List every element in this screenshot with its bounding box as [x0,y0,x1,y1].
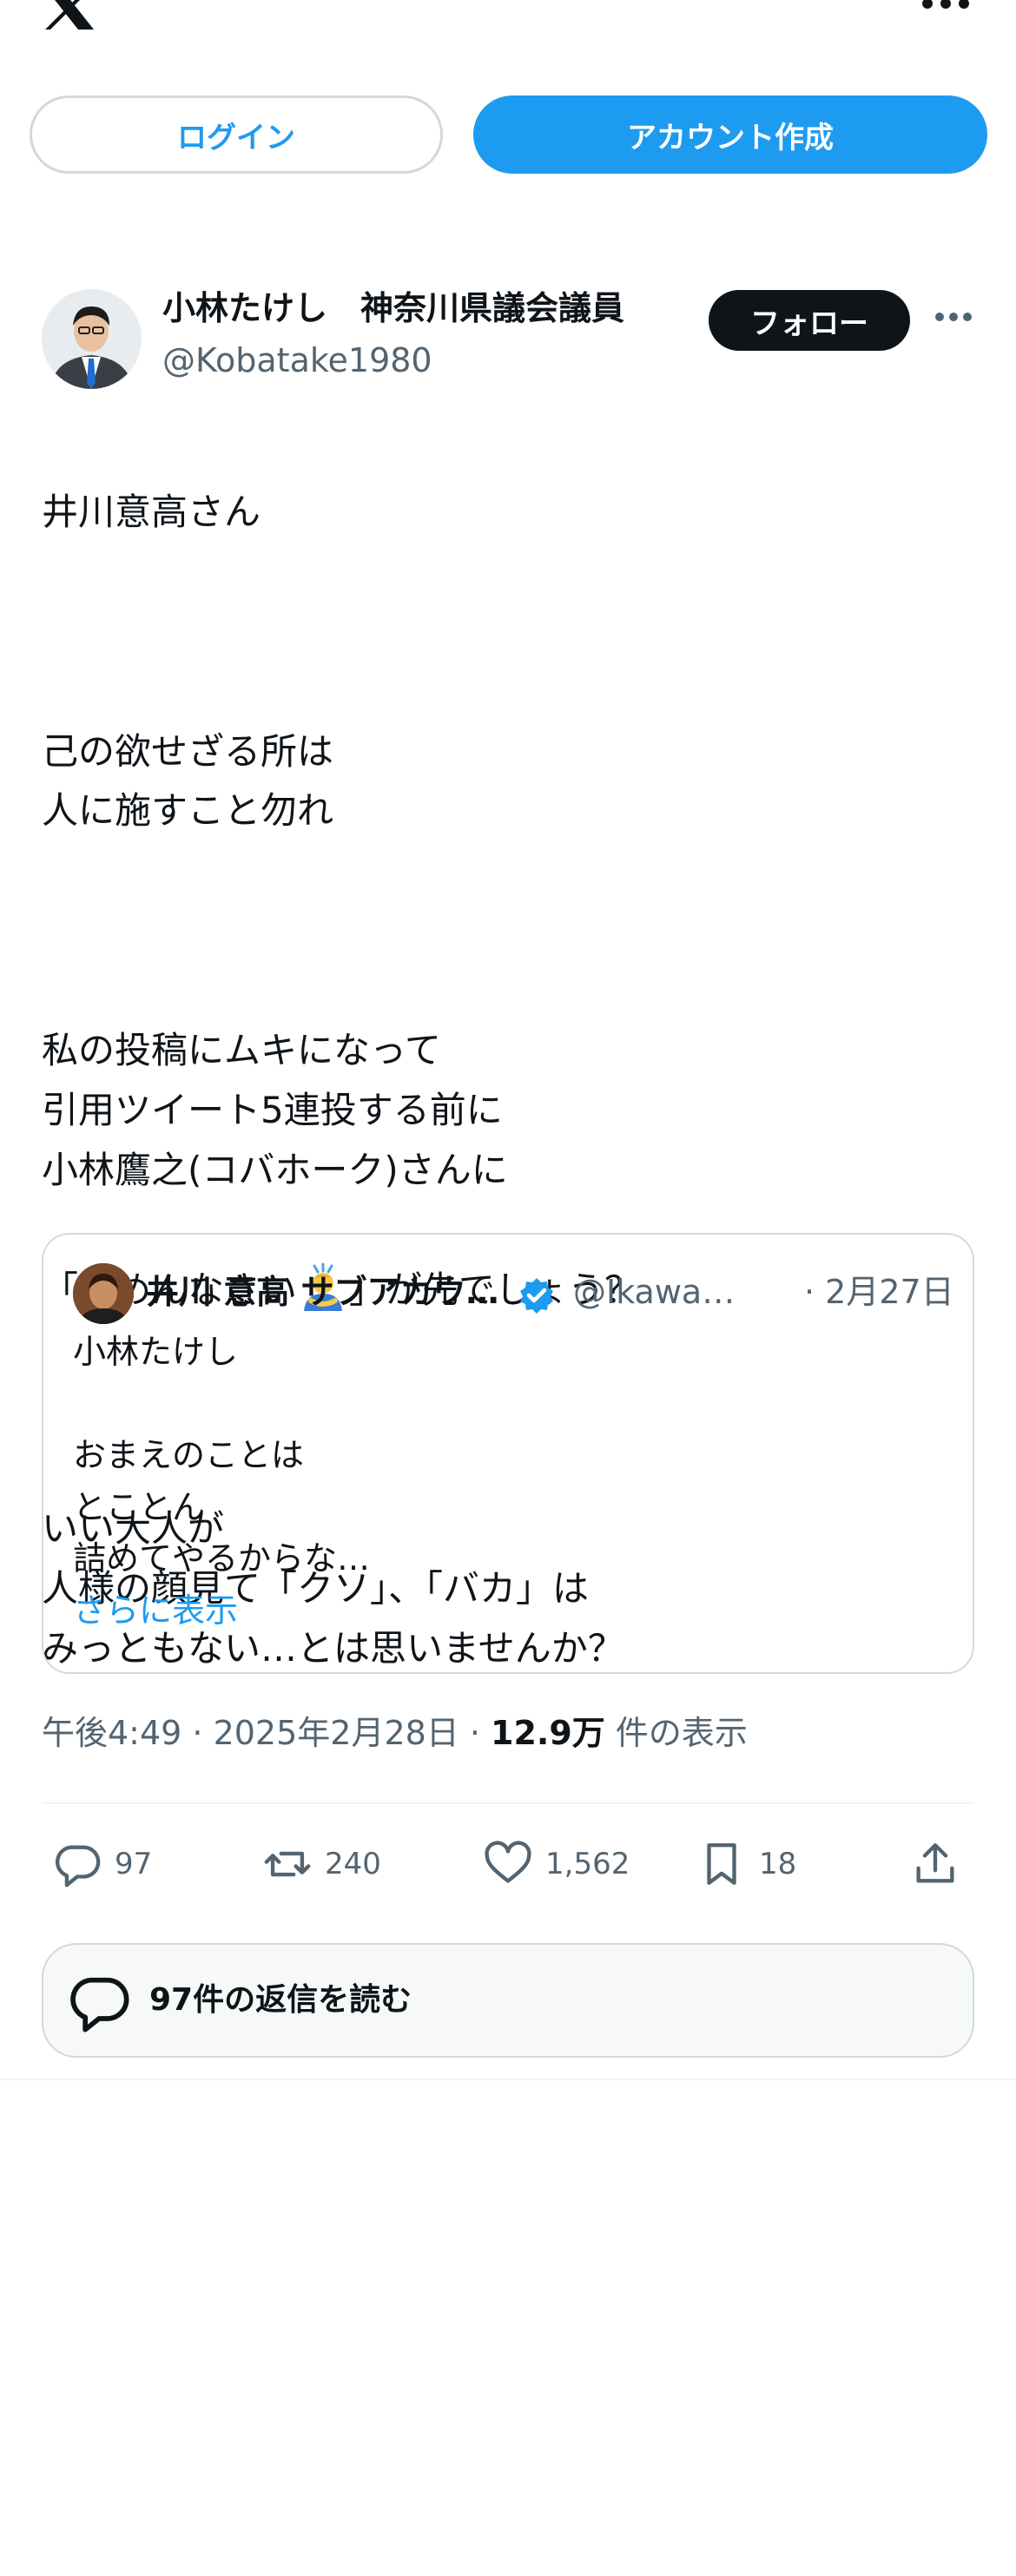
divider [0,2079,1016,2080]
reply-icon [55,1845,101,1888]
divider [42,1802,974,1804]
post-paragraph-2: 己の欲せざる所は 人に施すこと勿れ [42,729,334,833]
quoted-tweet-card[interactable]: 井川 意高 サブアカウント @Ikawa… · 2月27日 小林たけし おまえの… [42,1233,974,1674]
bookmark-count: 18 [759,1847,797,1881]
create-account-button[interactable]: アカウント作成 [473,96,987,174]
post-blank-line: ​ [42,901,971,961]
view-label: 件の表示 [604,1714,748,1752]
repost-icon [264,1851,311,1877]
repost-count: 240 [325,1847,381,1881]
like-button[interactable]: 1,562 [483,1834,630,1894]
reply-count: 97 [115,1847,153,1881]
repost-button[interactable]: 240 [262,1834,381,1894]
verified-badge-icon [520,1278,553,1314]
quoted-tweet-text: 小林たけし おまえのことは とことん 詰めてやるからな… [73,1333,371,1578]
post-paragraph-3: 私の投稿にムキになって 引用ツイート5連投する前に 小林鷹之(コバホーク)さんに [42,1029,508,1191]
like-count: 1,562 [545,1847,630,1881]
login-button[interactable]: ログイン [30,96,443,174]
post-paragraph-1: 井川意高さん [42,490,261,533]
author-avatar[interactable] [42,289,142,389]
author-name[interactable]: 小林たけし 神奈川県議会議員 [162,285,675,332]
post-more-icon[interactable] [934,311,973,323]
heart-icon [485,1841,531,1883]
quoted-tweet-date[interactable]: · 2月27日 [804,1266,954,1318]
x-logo-icon[interactable] [42,0,97,30]
share-icon [916,1843,954,1883]
bookmark-icon [707,1843,736,1885]
reply-button[interactable]: 97 [52,1834,152,1894]
show-more-link[interactable]: さらに表示 [73,1585,238,1637]
share-button[interactable] [910,1834,973,1894]
author-handle[interactable]: @Kobatake1980 [162,337,432,384]
view-count: 12.9万 [491,1714,605,1752]
read-replies-button[interactable]: 97件の返信を読む [42,1943,974,2058]
quoted-author-avatar[interactable] [73,1263,134,1324]
more-horizontal-icon[interactable] [920,0,971,16]
quoted-author-name[interactable]: 井川 意高 サブアカウント [146,1266,507,1318]
read-replies-label: 97件の返信を読む [149,1982,412,2018]
reply-icon [70,1977,129,2032]
post-meta: 午後4:49 · 2025年2月28日 · 12.9万 件の表示 [42,1707,748,1759]
post-blank-line: ​ [42,603,971,662]
post-timestamp[interactable]: 午後4:49 · 2025年2月28日 · [42,1714,491,1752]
quoted-author-handle[interactable]: @Ikawa… [573,1266,799,1318]
bookmark-button[interactable]: 18 [696,1834,796,1894]
follow-button[interactable]: フォロー [709,290,910,351]
